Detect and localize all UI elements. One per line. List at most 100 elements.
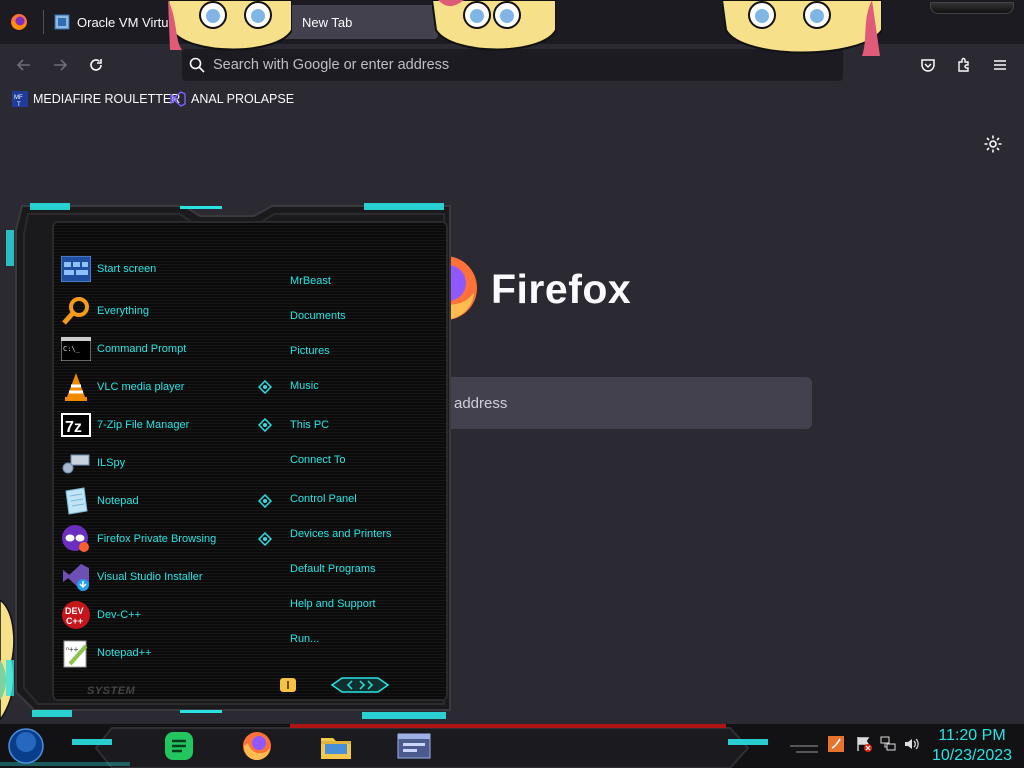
puzzle-piece-icon <box>958 57 969 72</box>
notepadpp-icon: ⁿ++ <box>60 637 92 669</box>
start-orb-icon <box>8 728 44 764</box>
firefox-icon <box>243 732 271 761</box>
app-label: 7-Zip File Manager <box>97 419 190 431</box>
place-default-programs[interactable]: Default Programs <box>290 563 376 575</box>
tab-new-tab[interactable]: New Tab <box>280 5 438 39</box>
reload-icon <box>90 59 102 71</box>
app-label: Everything <box>97 305 149 317</box>
tray-action-center[interactable] <box>856 736 872 752</box>
svg-text:C++: C++ <box>66 616 83 626</box>
devcpp-icon: DEV C++ <box>60 599 92 631</box>
7zip-icon: 7z <box>60 409 92 441</box>
place-devices-and-printers[interactable]: Devices and Printers <box>290 528 392 540</box>
svg-text:T: T <box>17 102 21 107</box>
submenu-arrow-icon <box>258 380 272 394</box>
firefox-view-tab[interactable] <box>10 5 36 39</box>
taskbar-notes-app[interactable] <box>163 730 195 762</box>
newtab-search-placeholder: address <box>454 394 508 412</box>
place-documents[interactable]: Documents <box>290 310 346 322</box>
start-item-firefox-private[interactable]: Firefox Private Browsing <box>60 523 216 555</box>
java-update-icon <box>828 736 844 752</box>
tray-volume[interactable] <box>904 736 920 752</box>
place-control-panel[interactable]: Control Panel <box>290 493 357 505</box>
clock-time[interactable]: 11:20 PM <box>930 727 1014 745</box>
place-this-pc[interactable]: This PC <box>290 419 329 431</box>
terminal-icon: C:\_ <box>60 333 92 365</box>
personalize-button[interactable] <box>983 134 1003 154</box>
anime-character-decoration <box>722 0 882 56</box>
taskbar-virtualbox[interactable] <box>397 732 431 760</box>
power-icon <box>287 681 289 689</box>
pocket-icon <box>921 59 935 72</box>
start-item-devcpp[interactable]: DEV C++ Dev-C++ <box>60 599 141 631</box>
start-item-notepad[interactable]: Notepad <box>60 485 139 517</box>
anime-character-decoration <box>432 0 556 51</box>
place-run[interactable]: Run... <box>290 633 319 645</box>
firefox-icon <box>11 14 27 30</box>
clock-date[interactable]: 10/23/2023 <box>930 747 1014 765</box>
app-label: Dev-C++ <box>97 609 142 621</box>
bookmark-label: MEDIAFIRE ROULETTER <box>33 92 181 106</box>
bookmark-label: ANAL PROLAPSE <box>191 92 295 106</box>
app-label: ILSpy <box>97 457 126 469</box>
network-icon <box>880 736 896 751</box>
place-pictures[interactable]: Pictures <box>290 345 330 357</box>
back-button[interactable] <box>10 52 38 78</box>
app-label: Notepad <box>97 495 139 507</box>
reload-button[interactable] <box>82 52 110 78</box>
start-screen-icon <box>60 253 92 285</box>
virtualbox-icon <box>54 14 70 30</box>
place-connect-to[interactable]: Connect To <box>290 454 345 466</box>
app-label: Command Prompt <box>97 343 187 355</box>
file-explorer-icon <box>321 738 351 759</box>
forward-button[interactable] <box>46 52 74 78</box>
vlc-cone-icon <box>60 371 92 403</box>
tray-network[interactable] <box>880 736 896 752</box>
window-caption-buttons[interactable] <box>930 2 1014 14</box>
taskbar-file-explorer[interactable] <box>319 730 353 762</box>
taskbar-firefox[interactable] <box>241 730 273 762</box>
place-music[interactable]: Music <box>290 380 319 392</box>
svg-text:DEV: DEV <box>65 606 84 616</box>
start-menu-nav-arrows[interactable] <box>330 676 390 694</box>
magnifier-icon <box>60 295 92 327</box>
start-item-notepadpp[interactable]: ⁿ++ Notepad++ <box>60 637 151 669</box>
mediafire-icon: MFT <box>12 91 28 107</box>
system-label: SYSTEM <box>87 685 136 697</box>
pocket-button[interactable] <box>914 52 942 78</box>
app-label: Start screen <box>97 263 157 275</box>
speaker-icon <box>905 738 919 750</box>
bookmark-anal-prolapse[interactable]: ANAL PROLAPSE <box>170 90 294 108</box>
start-item-everything[interactable]: Everything <box>60 295 149 327</box>
bookmarks-toolbar: MF T MEDIAFIRE ROULETTER ANAL PROLAPSE <box>0 86 1024 112</box>
firefox-wordmark: Firefox <box>491 266 632 312</box>
place-help-and-support[interactable]: Help and Support <box>290 598 376 610</box>
place-mrbeast[interactable]: MrBeast <box>290 275 331 287</box>
tray-java-update[interactable] <box>828 736 844 752</box>
tab-title: New Tab <box>302 14 353 30</box>
flag-alert-icon <box>857 737 872 752</box>
taskbar: 11:20 PM 10/23/2023 <box>0 724 1024 768</box>
start-item-start-screen[interactable]: Start screen <box>60 253 156 285</box>
start-item-command-prompt[interactable]: C:\_ Command Prompt <box>60 333 186 365</box>
visual-studio-icon <box>170 91 186 107</box>
start-item-visual-studio-installer[interactable]: Visual Studio Installer <box>60 561 203 593</box>
tab-title: Oracle VM Virtual <box>77 14 179 30</box>
gear-icon <box>984 135 1002 153</box>
tab-separator <box>43 10 44 34</box>
notes-app-icon <box>165 732 193 760</box>
extensions-button[interactable] <box>950 52 978 78</box>
menu-button[interactable] <box>986 52 1014 78</box>
svg-text:ⁿ++: ⁿ++ <box>66 645 79 654</box>
anime-character-decoration <box>168 0 292 51</box>
bookmark-mediafire-rouletter[interactable]: MF T MEDIAFIRE ROULETTER <box>12 90 180 108</box>
start-button[interactable] <box>8 728 44 764</box>
start-item-7zip[interactable]: 7z 7-Zip File Manager <box>60 409 189 441</box>
start-item-vlc[interactable]: VLC media player <box>60 371 184 403</box>
app-label: Visual Studio Installer <box>97 571 203 583</box>
notepad-icon <box>60 485 92 517</box>
svg-text:C:\_: C:\_ <box>63 345 81 353</box>
ilspy-icon <box>60 447 92 479</box>
start-item-ilspy[interactable]: ILSpy <box>60 447 125 479</box>
shutdown-button[interactable] <box>280 678 296 692</box>
